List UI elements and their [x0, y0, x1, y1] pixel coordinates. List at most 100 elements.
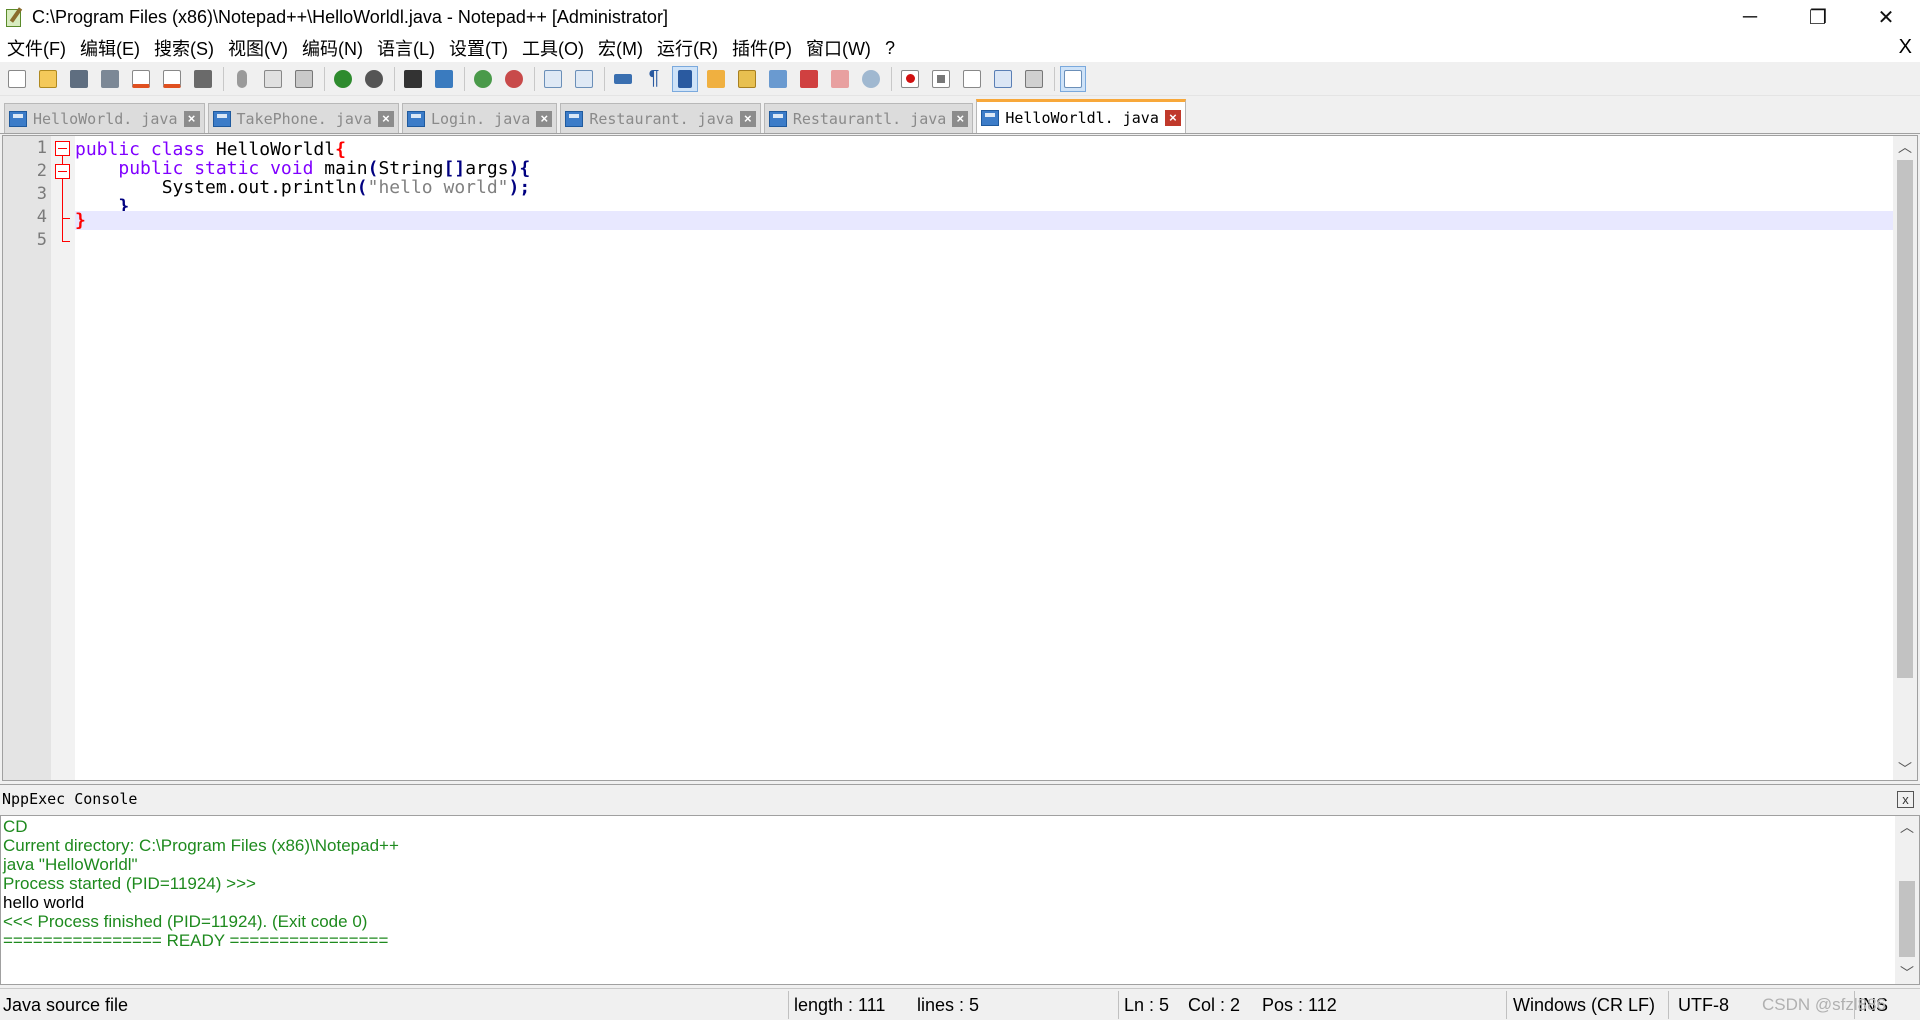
- tab-close-icon[interactable]: ×: [377, 110, 394, 127]
- open-file-icon[interactable]: [35, 66, 61, 92]
- saved-file-icon: [981, 109, 1000, 126]
- cut-icon[interactable]: [229, 66, 255, 92]
- tab-label: HelloWorld. java: [33, 109, 178, 128]
- code-area[interactable]: public class HelloWorldl{ public static …: [75, 136, 1893, 780]
- scroll-up-icon[interactable]: ︿: [1895, 816, 1919, 838]
- menu-plugins[interactable]: 插件(P): [725, 35, 799, 61]
- indent-guide-icon[interactable]: [672, 65, 698, 92]
- line-number: 1: [36, 138, 47, 158]
- title-bar: C:\Program Files (x86)\Notepad++\HelloWo…: [0, 0, 1920, 34]
- scroll-down-icon[interactable]: ﹀: [1893, 758, 1917, 780]
- status-line-number: Ln : 5: [1124, 995, 1170, 1015]
- status-column: Col : 2: [1188, 995, 1241, 1015]
- print-icon[interactable]: [190, 66, 216, 92]
- status-file-type: Java source file: [3, 995, 129, 1015]
- menu-macro[interactable]: 宏(M): [591, 35, 650, 61]
- nppexec-console[interactable]: CD Current directory: C:\Program Files (…: [0, 815, 1920, 985]
- menu-file[interactable]: 文件(F): [0, 35, 73, 61]
- saved-file-icon: [406, 110, 425, 127]
- menu-help[interactable]: ?: [878, 38, 902, 59]
- menu-bar: 文件(F) 编辑(E) 搜索(S) 视图(V) 编码(N) 语言(L) 设置(T…: [0, 34, 1920, 62]
- fold-collapse-icon[interactable]: [55, 141, 70, 156]
- folder-workspace-icon[interactable]: [796, 66, 822, 92]
- restore-button[interactable]: ❐: [1784, 0, 1852, 34]
- save-all-icon[interactable]: [97, 66, 123, 92]
- tab-helloworldl[interactable]: HelloWorldl. java ×: [976, 99, 1186, 133]
- close-document-button[interactable]: X: [1899, 36, 1912, 59]
- saved-file-icon: [212, 110, 231, 127]
- console-line: <<< Process finished (PID=11924). (Exit …: [3, 912, 368, 931]
- scroll-up-icon[interactable]: ︿: [1893, 136, 1917, 158]
- menu-tools[interactable]: 工具(O): [515, 35, 591, 61]
- tab-close-icon[interactable]: ×: [739, 110, 756, 127]
- function-list-icon[interactable]: [765, 66, 791, 92]
- menu-view[interactable]: 视图(V): [221, 35, 295, 61]
- play-macro-icon[interactable]: [959, 66, 985, 92]
- udl-icon[interactable]: [703, 66, 729, 92]
- zoom-out-icon[interactable]: [501, 66, 527, 92]
- fold-line: [62, 156, 63, 164]
- tab-restaurant[interactable]: Restaurant. java ×: [560, 103, 761, 133]
- status-separator: [1118, 991, 1119, 1019]
- status-position: Pos : 112: [1262, 995, 1337, 1015]
- show-all-chars-icon[interactable]: ¶: [641, 66, 667, 92]
- console-line: Process started (PID=11924) >>>: [3, 874, 256, 893]
- tab-takephone[interactable]: TakePhone. java ×: [207, 103, 399, 133]
- console-line: ================ READY ================: [3, 931, 389, 950]
- menu-edit[interactable]: 编辑(E): [73, 35, 147, 61]
- close-window-button[interactable]: ✕: [1852, 0, 1920, 34]
- folder-as-workspace-icon[interactable]: [827, 66, 853, 92]
- tab-close-icon[interactable]: ×: [536, 110, 553, 127]
- zoom-in-icon[interactable]: [470, 66, 496, 92]
- find-icon[interactable]: [400, 66, 426, 92]
- menu-language[interactable]: 语言(L): [370, 35, 442, 61]
- code-editor[interactable]: 1 2 3 4 5 public class HelloWorldl{ publ…: [2, 135, 1918, 781]
- tab-close-icon[interactable]: ×: [952, 110, 969, 127]
- fold-end-marker: [62, 218, 70, 219]
- sync-vertical-icon[interactable]: [540, 66, 566, 92]
- redo-icon[interactable]: [361, 66, 387, 92]
- paste-icon[interactable]: [291, 66, 317, 92]
- save-icon[interactable]: [66, 66, 92, 92]
- panel-icon[interactable]: [1060, 65, 1086, 92]
- status-eol[interactable]: Windows (CR LF): [1513, 995, 1655, 1016]
- sync-horizontal-icon[interactable]: [571, 66, 597, 92]
- copy-icon[interactable]: [260, 66, 286, 92]
- tab-close-icon[interactable]: ×: [183, 110, 200, 127]
- scrollbar-thumb[interactable]: [1897, 160, 1913, 678]
- console-line: java "HelloWorldl": [3, 855, 138, 874]
- menu-run[interactable]: 运行(R): [650, 35, 725, 61]
- menu-encoding[interactable]: 编码(N): [295, 35, 370, 61]
- line-number: 5: [36, 230, 47, 250]
- stop-macro-icon[interactable]: [928, 66, 954, 92]
- console-vertical-scrollbar[interactable]: ︿ ﹀: [1895, 816, 1919, 984]
- undo-icon[interactable]: [330, 66, 356, 92]
- replace-icon[interactable]: [431, 66, 457, 92]
- window-controls: ─ ❐ ✕: [1716, 0, 1920, 34]
- status-separator: [1668, 991, 1669, 1019]
- doc-map-icon[interactable]: [734, 66, 760, 92]
- menu-search[interactable]: 搜索(S): [147, 35, 221, 61]
- tab-restaurantl[interactable]: Restaurantl. java ×: [763, 103, 974, 133]
- record-macro-icon[interactable]: [897, 66, 923, 92]
- tab-close-icon[interactable]: ×: [1164, 109, 1181, 126]
- close-all-icon[interactable]: [159, 66, 185, 92]
- fold-collapse-icon[interactable]: [55, 164, 70, 179]
- status-encoding[interactable]: UTF-8: [1678, 995, 1729, 1016]
- menu-settings[interactable]: 设置(T): [442, 35, 515, 61]
- save-macro-icon[interactable]: [1021, 66, 1047, 92]
- close-icon[interactable]: [128, 66, 154, 92]
- minimize-button[interactable]: ─: [1716, 0, 1784, 34]
- tab-helloworld[interactable]: HelloWorld. java ×: [4, 103, 205, 133]
- scrollbar-thumb[interactable]: [1899, 881, 1915, 957]
- editor-vertical-scrollbar[interactable]: ︿ ﹀: [1893, 136, 1917, 780]
- fold-end-marker: [62, 241, 70, 242]
- scroll-down-icon[interactable]: ﹀: [1895, 962, 1919, 984]
- word-wrap-icon[interactable]: [610, 66, 636, 92]
- tab-login[interactable]: Login. java ×: [401, 103, 558, 133]
- new-file-icon[interactable]: [4, 66, 30, 92]
- menu-window[interactable]: 窗口(W): [799, 35, 878, 61]
- monitor-icon[interactable]: [858, 66, 884, 92]
- run-macro-multiple-icon[interactable]: [990, 66, 1016, 92]
- console-close-icon[interactable]: x: [1897, 791, 1914, 808]
